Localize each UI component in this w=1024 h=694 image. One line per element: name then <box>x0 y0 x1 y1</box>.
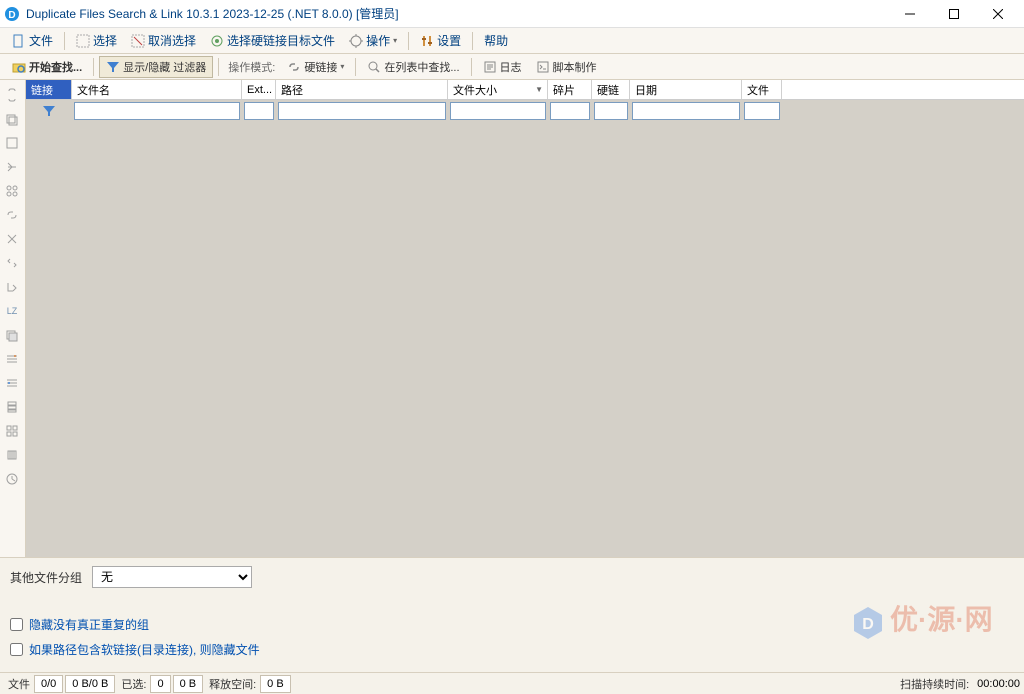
filter-row <box>26 100 1024 122</box>
filter-ext[interactable] <box>244 102 274 120</box>
sidebar-tool-1[interactable] <box>0 84 24 106</box>
log-icon <box>483 60 497 74</box>
column-size[interactable]: 文件大小 <box>448 80 548 99</box>
filter-size[interactable] <box>450 102 546 120</box>
maximize-button[interactable] <box>932 0 976 28</box>
status-free-label: 释放空间: <box>205 676 260 692</box>
sidebar-tool-3[interactable] <box>0 132 24 154</box>
window-title: Duplicate Files Search & Link 10.3.1 202… <box>26 5 888 22</box>
checkbox-input[interactable] <box>10 643 23 656</box>
funnel-icon <box>106 60 120 74</box>
separator <box>64 32 65 50</box>
menu-file[interactable]: 文件 <box>6 30 59 51</box>
sidebar-tool-8[interactable] <box>0 252 24 274</box>
status-scan-label: 扫描持续时间: <box>896 676 973 692</box>
sidebar-tool-10[interactable] <box>0 324 24 346</box>
filter-path[interactable] <box>278 102 446 120</box>
filter-hard[interactable] <box>594 102 628 120</box>
separator <box>408 32 409 50</box>
menu-select[interactable]: 选择 <box>70 30 123 51</box>
sidebar: LZ <box>0 80 26 557</box>
column-date[interactable]: 日期 <box>630 80 742 99</box>
sidebar-tool-5[interactable] <box>0 180 24 202</box>
status-bytes: 0 B/0 B <box>65 675 115 693</box>
statusbar: 文件 0/0 0 B/0 B 已选: 0 0 B 释放空间: 0 B 扫描持续时… <box>0 672 1024 694</box>
separator <box>471 58 472 76</box>
sidebar-tool-6[interactable] <box>0 204 24 226</box>
script-button[interactable]: 脚本制作 <box>530 57 603 77</box>
settings-icon <box>420 34 434 48</box>
status-selected: 0 <box>150 675 170 693</box>
operate-icon <box>349 34 363 48</box>
find-icon <box>367 60 381 74</box>
sidebar-tool-14[interactable] <box>0 420 24 442</box>
filter-frag[interactable] <box>550 102 590 120</box>
table-body <box>26 122 1024 557</box>
filter-date[interactable] <box>632 102 740 120</box>
status-zero-b: 0 B <box>173 675 204 693</box>
link-icon <box>287 60 301 74</box>
group-select[interactable]: 无 <box>92 566 252 588</box>
status-files-label: 文件 <box>4 676 34 692</box>
menu-operate[interactable]: 操作 ▾ <box>343 30 403 51</box>
sidebar-tool-4[interactable] <box>0 156 24 178</box>
column-files[interactable]: 文件 <box>742 80 782 99</box>
menu-settings[interactable]: 设置 <box>414 30 467 51</box>
script-icon <box>536 60 550 74</box>
column-fragments[interactable]: 碎片 <box>548 80 592 99</box>
column-path[interactable]: 路径 <box>276 80 448 99</box>
separator <box>472 32 473 50</box>
select-icon <box>76 34 90 48</box>
menu-select-hardlink-target[interactable]: 选择硬链接目标文件 <box>204 30 341 51</box>
status-selected-label: 已选: <box>117 676 150 692</box>
sidebar-tool-11[interactable] <box>0 348 24 370</box>
toggle-filter-button[interactable]: 显示/隐藏 过滤器 <box>99 56 213 78</box>
sidebar-tool-9[interactable] <box>0 276 24 298</box>
search-in-list-button[interactable]: 在列表中查找... <box>361 57 465 77</box>
checkbox-input[interactable] <box>10 618 23 631</box>
sidebar-tool-7[interactable] <box>0 228 24 250</box>
column-filename[interactable]: 文件名 <box>72 80 242 99</box>
chevron-down-icon: ▾ <box>340 62 344 71</box>
group-label: 其他文件分组 <box>10 569 82 586</box>
sidebar-tool-2[interactable] <box>0 108 24 130</box>
search-folder-icon <box>12 60 26 74</box>
funnel-icon <box>42 104 56 118</box>
sidebar-tool-15[interactable] <box>0 444 24 466</box>
start-search-button[interactable]: 开始查找... <box>6 57 88 77</box>
operate-mode-label: 操作模式: <box>224 59 279 75</box>
separator <box>218 58 219 76</box>
filter-files[interactable] <box>744 102 780 120</box>
hide-no-dup-checkbox[interactable]: 隐藏没有真正重复的组 <box>10 616 1014 633</box>
file-icon <box>12 34 26 48</box>
minimize-button[interactable] <box>888 0 932 28</box>
status-scan-time: 00:00:00 <box>977 678 1020 690</box>
column-hardlink[interactable]: 硬链 <box>592 80 630 99</box>
table-header: 链接 文件名 Ext... 路径 文件大小 碎片 硬链 日期 文件 <box>26 80 1024 100</box>
separator <box>93 58 94 76</box>
hide-softlink-checkbox[interactable]: 如果路径包含软链接(目录连接), 则隐藏文件 <box>10 641 1014 658</box>
app-icon: D <box>4 6 20 22</box>
close-button[interactable] <box>976 0 1020 28</box>
svg-text:D: D <box>8 10 15 21</box>
sidebar-tool-13[interactable] <box>0 396 24 418</box>
hardlink-mode-button[interactable]: 硬链接 ▾ <box>281 57 350 77</box>
filter-filename[interactable] <box>74 102 240 120</box>
sidebar-tool-12[interactable] <box>0 372 24 394</box>
status-files-count: 0/0 <box>34 675 63 693</box>
separator <box>355 58 356 76</box>
menu-deselect[interactable]: 取消选择 <box>125 30 202 51</box>
status-free: 0 B <box>260 675 291 693</box>
column-link[interactable]: 链接 <box>26 80 72 99</box>
sidebar-tool-16[interactable] <box>0 468 24 490</box>
log-button[interactable]: 日志 <box>477 57 528 77</box>
chevron-down-icon: ▾ <box>393 36 397 45</box>
menu-help[interactable]: 帮助 <box>478 30 514 51</box>
column-ext[interactable]: Ext... <box>242 80 276 99</box>
deselect-icon <box>131 34 145 48</box>
sidebar-tool-lz[interactable]: LZ <box>0 300 24 322</box>
target-icon <box>210 34 224 48</box>
